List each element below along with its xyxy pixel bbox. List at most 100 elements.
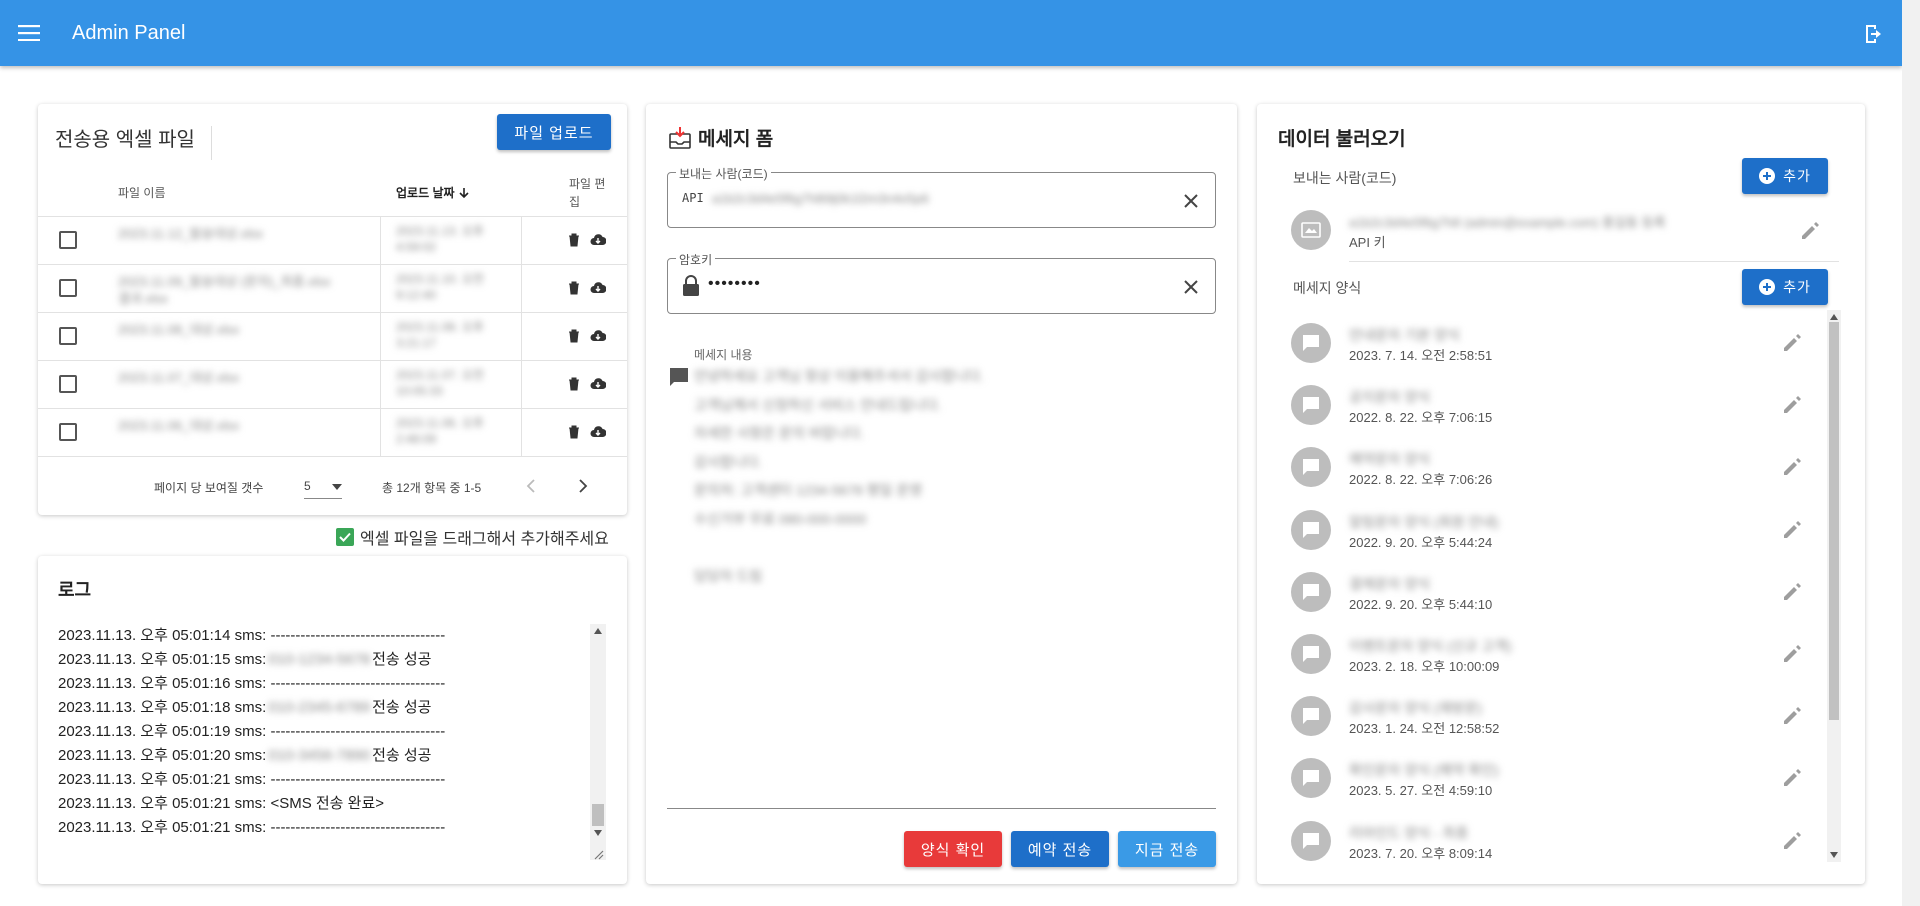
app-title: Admin Panel (72, 21, 186, 44)
col-header-edit-line1: 파일 편 (569, 177, 606, 191)
add-circle-icon (1759, 279, 1776, 295)
check-template-button[interactable]: 양식 확인 (904, 831, 1002, 867)
edit-template-icon[interactable] (1781, 456, 1803, 478)
resize-handle-icon[interactable] (592, 848, 604, 860)
sender-code-prefix: API (682, 191, 704, 205)
message-content-textarea[interactable]: 안녕하세요 고객님 항상 이용해주셔서 감사합니다. 고객님께서 신청하신 서비스… (694, 362, 1054, 590)
message-line: 담당자 드림 (694, 567, 763, 584)
template-title: 감사문자 양식 (재방문) (1349, 700, 1483, 717)
template-list-scrollbar[interactable] (1827, 310, 1841, 862)
delete-icon[interactable] (568, 233, 580, 247)
edit-template-icon[interactable] (1781, 767, 1803, 789)
log-line: 2023.11.13. 오후 05:01:16 sms: -----------… (58, 672, 606, 696)
reserve-send-button[interactable]: 예약 전송 (1011, 831, 1109, 867)
edit-template-icon[interactable] (1781, 643, 1803, 665)
table-row[interactable]: 2023.11.06_대상.xlsx 2023.11.06. 오후 2:48:0… (38, 408, 627, 457)
upload-file-button[interactable]: 파일 업로드 (497, 114, 611, 150)
template-scroll-thumb[interactable] (1829, 322, 1839, 720)
log-textarea[interactable]: 2023.11.13. 오후 05:01:14 sms: -----------… (58, 624, 606, 860)
row-checkbox[interactable] (59, 375, 77, 393)
checkmark-icon (336, 528, 354, 546)
template-date: 2023. 7. 14. 오전 2:58:51 (1349, 348, 1493, 363)
template-section-label: 메세지 양식 (1293, 280, 1362, 296)
file-name-line2: 결과.xlsx (118, 291, 168, 306)
page-scrollbar[interactable] (1902, 0, 1920, 906)
edit-sender-icon[interactable] (1799, 220, 1821, 242)
cloud-download-icon[interactable] (590, 425, 606, 439)
template-title: 안내문자 기본 양식 (1349, 327, 1460, 343)
form-title: 메세지 폼 (698, 129, 774, 150)
edit-template-icon[interactable] (1781, 394, 1803, 416)
menu-icon[interactable] (14, 18, 44, 48)
password-label: 암호키 (676, 251, 716, 268)
delete-icon[interactable] (568, 425, 580, 439)
clear-password-icon[interactable] (1181, 277, 1201, 297)
edit-template-icon[interactable] (1781, 332, 1803, 354)
row-actions (568, 329, 606, 343)
sender-code-field[interactable]: 보내는 사람(코드) API a1b2c3d4e5f6g7h8i9j0k1l2m… (667, 165, 1216, 228)
table-row[interactable]: 2023.11.09_발송대상 (문자)_최종.xlsx 결과.xlsx 202… (38, 264, 627, 313)
delete-icon[interactable] (568, 329, 580, 343)
template-avatar (1291, 634, 1331, 674)
row-checkbox[interactable] (59, 231, 77, 249)
log-line-status: 전송 성공 (372, 651, 432, 668)
edit-template-icon[interactable] (1781, 519, 1803, 541)
row-checkbox[interactable] (59, 327, 77, 345)
send-now-button[interactable]: 지금 전송 (1118, 831, 1216, 867)
upload-date-cell: 2023.11.07. 오전 10:05:33 (396, 367, 516, 399)
logout-icon[interactable] (1862, 22, 1886, 46)
col-header-filename[interactable]: 파일 이름 (118, 184, 166, 201)
log-line: 2023.11.13. 오후 05:01:15 sms: 010-1234-567… (58, 648, 606, 672)
cloud-download-icon[interactable] (590, 329, 606, 343)
chat-bubble-icon (1303, 708, 1319, 725)
inbox-icon (669, 126, 691, 149)
sender-section-label: 보내는 사람(코드) (1293, 170, 1397, 186)
next-page-icon[interactable] (578, 479, 588, 493)
prev-page-icon[interactable] (526, 479, 536, 493)
template-date: 2023. 5. 27. 오전 4:59:10 (1349, 783, 1493, 799)
log-line-text: 2023.11.13. 오후 05:01:20 sms: (58, 747, 267, 764)
edit-template-icon[interactable] (1781, 830, 1803, 852)
clear-sender-icon[interactable] (1181, 191, 1201, 211)
log-line: 2023.11.13. 오후 05:01:20 sms: 010-3456-789… (58, 744, 606, 768)
log-scrollbar[interactable] (590, 624, 606, 860)
chat-bubble-icon (1303, 770, 1319, 787)
log-scroll-thumb[interactable] (592, 804, 604, 826)
password-field[interactable]: 암호키 •••••••• (667, 251, 1216, 314)
template-date: 2023. 1. 24. 오전 12:58:52 (1349, 721, 1500, 737)
cloud-download-icon[interactable] (590, 233, 606, 247)
chat-bubble-icon (1303, 583, 1319, 600)
delete-icon[interactable] (568, 281, 580, 295)
template-date: 2022. 9. 20. 오후 5:44:10 (1349, 596, 1493, 612)
rows-per-page-label: 페이지 당 보여질 갯수 (154, 481, 264, 495)
upload-date-line2: 9:12:40 (396, 288, 437, 302)
col-header-upload-date[interactable]: 업로드 날짜 (396, 184, 470, 201)
cloud-download-icon[interactable] (590, 281, 606, 295)
template-title: 알림문자 양식 (회원 안내) (1349, 513, 1499, 530)
upload-date-cell: 2023.11.10. 오전 9:12:40 (396, 271, 516, 303)
table-row[interactable]: 2023.11.12_발송대상.xlsx 2023.11.13. 오후 4:59… (38, 216, 627, 265)
upload-date-line2: 4:59:02 (396, 240, 437, 254)
upload-date-cell: 2023.11.08. 오후 3:21:17 (396, 319, 516, 351)
add-sender-button[interactable]: 추가 (1742, 158, 1828, 194)
col-header-upload-date-label: 업로드 날짜 (396, 186, 455, 200)
excel-files-card: 전송용 엑셀 파일 파일 업로드 파일 이름 업로드 날짜 파일 편 집 202… (38, 104, 627, 515)
col-header-file-edit: 파일 편 집 (569, 175, 605, 211)
row-actions (568, 233, 606, 247)
file-name-cell: 2023.11.07_대상.xlsx (118, 369, 358, 386)
row-checkbox[interactable] (59, 279, 77, 297)
template-date: 2023. 2. 18. 오후 10:00:09 (1349, 659, 1500, 674)
rows-per-page-select[interactable]: 5 (304, 475, 342, 499)
table-row[interactable]: 2023.11.08_대상.xlsx 2023.11.08. 오후 3:21:1… (38, 312, 627, 361)
message-line: 문의처: 고객센터 1234-5678 평일 운영 (694, 482, 923, 498)
upload-date-cell: 2023.11.13. 오후 4:59:02 (396, 223, 516, 255)
template-avatar (1291, 447, 1331, 488)
cloud-download-icon[interactable] (590, 377, 606, 391)
edit-template-icon[interactable] (1781, 581, 1803, 603)
file-name-line1: 2023.11.12_발송대상.xlsx (118, 226, 264, 241)
row-checkbox[interactable] (59, 423, 77, 441)
edit-template-icon[interactable] (1781, 705, 1803, 727)
add-template-button[interactable]: 추가 (1742, 269, 1828, 305)
table-row[interactable]: 2023.11.07_대상.xlsx 2023.11.07. 오전 10:05:… (38, 360, 627, 409)
delete-icon[interactable] (568, 377, 580, 391)
